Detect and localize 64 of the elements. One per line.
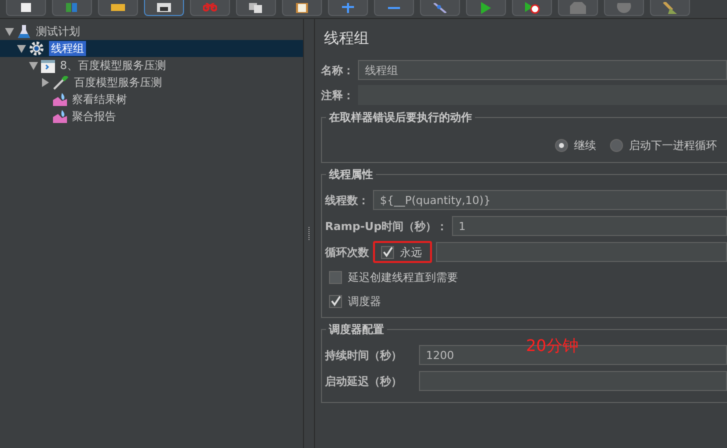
checkbox-label[interactable]: 延迟创建线程直到需要: [348, 270, 458, 284]
field-label: 名称：: [321, 62, 354, 78]
tree-item[interactable]: 百度模型服务压测: [74, 75, 162, 90]
field-label: 注释：: [321, 88, 354, 102]
field-label: 启动延迟（秒）: [325, 374, 403, 388]
radio-button[interactable]: [610, 139, 623, 152]
play-icon: [524, 2, 540, 14]
play-icon: [480, 2, 492, 14]
toolbar-button[interactable]: [144, 0, 184, 16]
copy-icon: [249, 2, 263, 12]
panel-title: 线程组: [324, 29, 370, 48]
tree-item[interactable]: 8、百度模型服务压测: [60, 58, 166, 73]
checkbox[interactable]: [381, 246, 394, 258]
startup-delay-field[interactable]: [419, 371, 727, 391]
toolbar-button[interactable]: [98, 0, 138, 16]
tree-item[interactable]: 聚合报告: [72, 109, 116, 124]
toolbar-button[interactable]: [282, 0, 322, 16]
radio-label[interactable]: 继续: [574, 138, 596, 153]
checkbox[interactable]: [329, 270, 342, 284]
field-label: Ramp-Up时间（秒）：: [325, 218, 448, 234]
group-title: 调度器配置: [326, 322, 387, 337]
field-label: 循环次数: [325, 244, 369, 260]
expanded-arrow-icon[interactable]: [16, 44, 27, 52]
plus-icon: [342, 2, 354, 12]
toolbar-button[interactable]: [6, 0, 46, 16]
expanded-arrow-icon[interactable]: [28, 62, 39, 70]
checkbox-label[interactable]: 永远: [400, 244, 422, 260]
checkbox[interactable]: [329, 294, 342, 308]
gear-icon: [29, 41, 44, 56]
toolbar-button[interactable]: [236, 0, 276, 16]
tree-item[interactable]: 测试计划: [36, 24, 80, 39]
ramp-up-field[interactable]: 1: [452, 216, 727, 236]
save-icon: [157, 2, 171, 12]
name-field[interactable]: 线程组: [358, 60, 727, 80]
stop-icon: [570, 2, 586, 14]
broom-icon: [662, 2, 678, 14]
radio-button[interactable]: [555, 139, 568, 152]
checkbox-label[interactable]: 调度器: [348, 294, 381, 308]
document-icon: [20, 2, 32, 12]
field-label: 线程数：: [325, 192, 369, 208]
radio-label[interactable]: 启动下一进程循环: [629, 138, 717, 153]
toolbar-button[interactable]: [512, 0, 552, 16]
group-title: 在取样器错误后要执行的动作: [326, 110, 475, 125]
chart-icon: [53, 110, 67, 123]
splitter-handle-icon[interactable]: [308, 226, 310, 240]
clipboard-icon: [296, 2, 308, 12]
minus-icon: [388, 6, 400, 10]
collapsed-arrow-icon[interactable]: [40, 78, 51, 87]
folder-icon: [111, 4, 125, 12]
toolbar-button[interactable]: [420, 0, 460, 16]
group-title: 线程属性: [326, 167, 376, 182]
chart-icon: [53, 93, 67, 106]
field-label: 持续时间（秒）: [325, 348, 403, 362]
book-icon: [65, 2, 79, 12]
tree-item[interactable]: 察看结果树: [72, 92, 127, 107]
wand-icon: [432, 2, 448, 12]
pipette-icon: [53, 76, 69, 90]
expanded-arrow-icon[interactable]: [4, 28, 15, 36]
controller-icon: [41, 58, 55, 72]
loop-count-field[interactable]: [436, 242, 727, 262]
thread-count-field[interactable]: ${__P(quantity,10)}: [373, 190, 727, 210]
scissors-icon: [203, 3, 217, 12]
tree-item[interactable]: 线程组: [49, 41, 86, 56]
flask-icon: [17, 24, 31, 38]
